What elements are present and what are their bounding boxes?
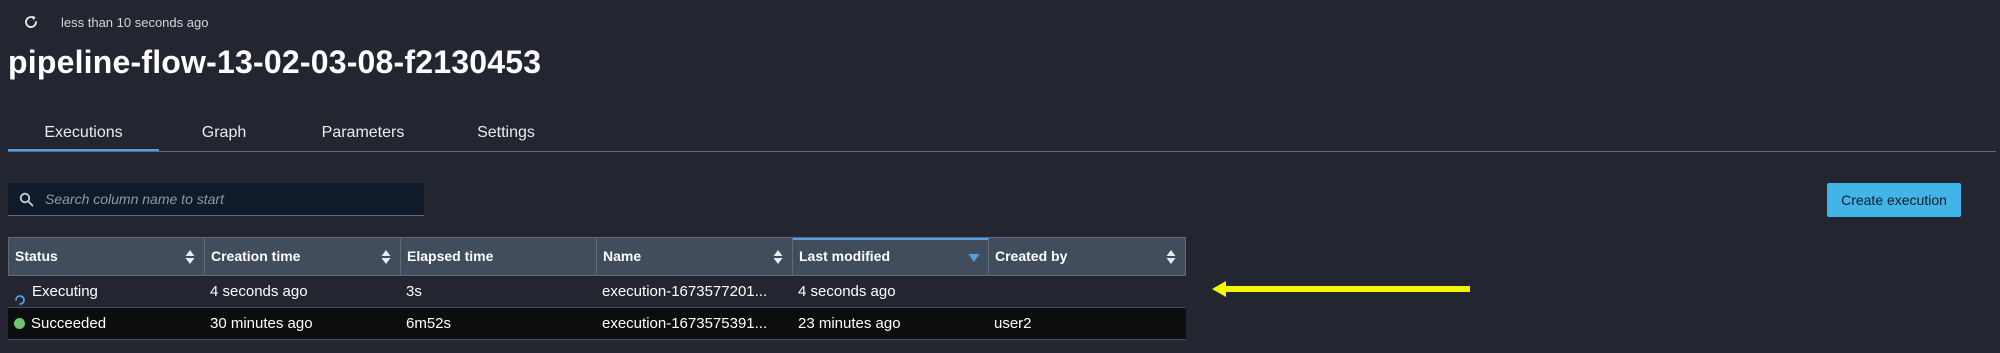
creation-time-cell: 4 seconds ago xyxy=(210,283,308,300)
column-header-created-by[interactable]: Created by xyxy=(989,238,1185,275)
status-text: Executing xyxy=(32,283,98,300)
execution-name-link[interactable]: execution-1673575391... xyxy=(596,308,792,339)
annotation-arrow-icon xyxy=(1212,281,1470,297)
refresh-icon[interactable] xyxy=(20,11,42,33)
elapsed-time-cell: 3s xyxy=(406,283,422,300)
status-text: Succeeded xyxy=(31,315,107,332)
status-cell: Executing xyxy=(8,276,204,307)
status-cell: Succeeded xyxy=(8,308,204,339)
executions-table: Status Creation time Elapsed time Name L… xyxy=(8,237,1186,340)
column-header-creation-time[interactable]: Creation time xyxy=(205,238,401,275)
sort-icon[interactable] xyxy=(380,248,392,266)
execution-name-link[interactable]: execution-1673577201... xyxy=(596,276,792,307)
create-execution-button[interactable]: Create execution xyxy=(1827,183,1961,217)
table-row[interactable]: Succeeded 30 minutes ago 6m52s execution… xyxy=(8,308,1186,340)
column-header-label: Created by xyxy=(995,248,1068,264)
column-header-name[interactable]: Name xyxy=(597,238,793,275)
search-bar xyxy=(8,183,424,216)
sort-icon[interactable] xyxy=(184,248,196,266)
column-header-label: Name xyxy=(603,248,642,264)
page-title: pipeline-flow-13-02-03-08-f2130453 xyxy=(8,44,542,80)
last-modified-cell: 4 seconds ago xyxy=(798,283,896,300)
success-dot-icon xyxy=(14,318,25,329)
refresh-row: less than 10 seconds ago xyxy=(20,11,208,33)
table-header: Status Creation time Elapsed time Name L… xyxy=(8,237,1186,276)
sort-icon[interactable] xyxy=(772,248,784,266)
search-input[interactable] xyxy=(43,190,407,208)
created-by-cell: user2 xyxy=(994,315,1032,332)
tab-executions[interactable]: Executions xyxy=(8,118,159,151)
search-icon xyxy=(19,191,35,207)
column-header-label: Last modified xyxy=(799,248,891,264)
loading-spinner-icon xyxy=(14,286,26,305)
column-header-last-modified[interactable]: Last modified xyxy=(793,238,989,275)
creation-time-cell: 30 minutes ago xyxy=(210,315,313,332)
tab-graph[interactable]: Graph xyxy=(159,118,289,150)
column-header-status[interactable]: Status xyxy=(9,238,205,275)
column-header-label: Creation time xyxy=(211,248,301,264)
created-by-cell xyxy=(988,276,1184,307)
last-modified-cell: 23 minutes ago xyxy=(798,315,901,332)
column-header-label: Status xyxy=(15,248,58,264)
tab-bar: Executions Graph Parameters Settings xyxy=(8,118,1996,152)
column-header-label: Elapsed time xyxy=(407,248,494,264)
column-header-elapsed-time[interactable]: Elapsed time xyxy=(401,238,597,275)
tab-settings[interactable]: Settings xyxy=(437,118,575,150)
last-refreshed-text: less than 10 seconds ago xyxy=(61,14,209,30)
table-row[interactable]: Executing 4 seconds ago 3s execution-167… xyxy=(8,276,1186,308)
tab-parameters[interactable]: Parameters xyxy=(289,118,437,150)
elapsed-time-cell: 6m52s xyxy=(406,315,452,332)
sort-icon[interactable] xyxy=(1165,248,1177,266)
sort-descending-icon[interactable] xyxy=(968,249,980,267)
